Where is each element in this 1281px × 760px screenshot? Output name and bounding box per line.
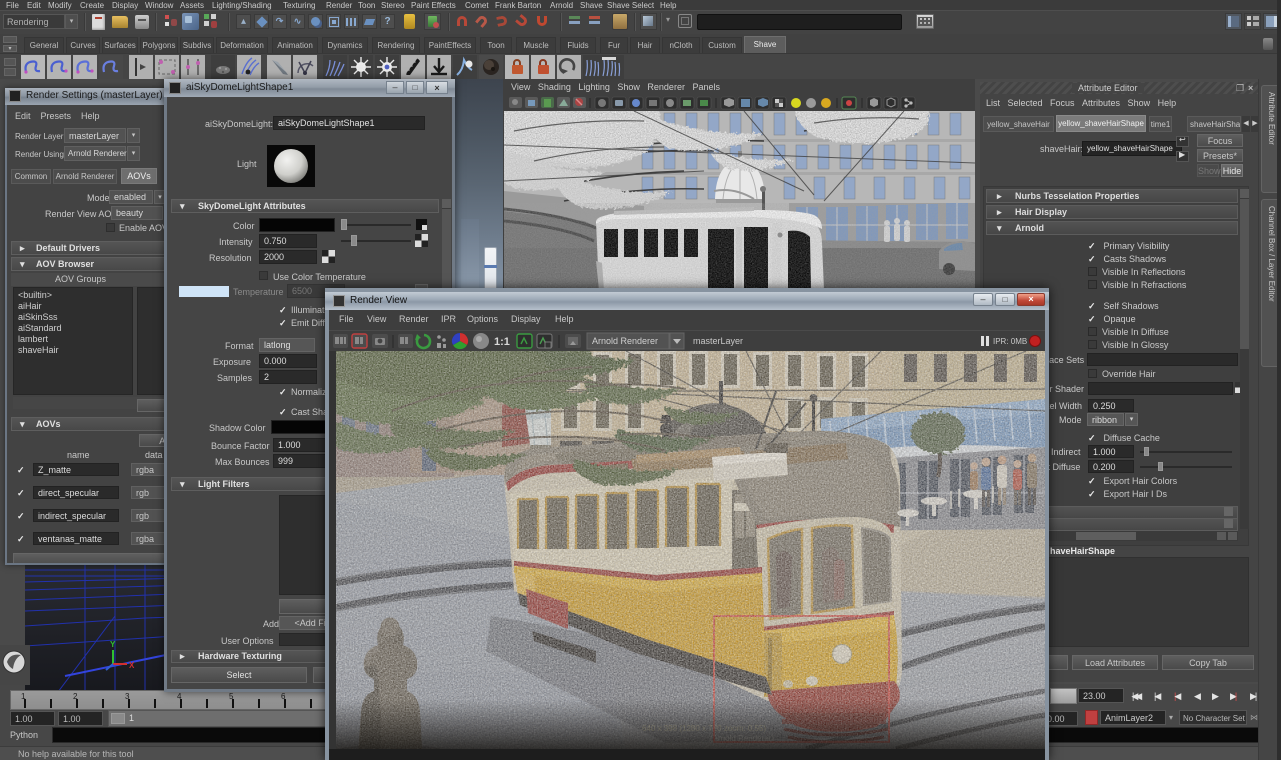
svg-text:1:1: 1:1: [494, 336, 510, 348]
svg-text:Y: Y: [110, 640, 116, 649]
svg-text:X: X: [129, 661, 135, 670]
svg-text:IPR: 0MB: IPR: 0MB: [993, 337, 1027, 346]
svg-text:Arnold Renderer: Arnold Renderer: [592, 336, 658, 346]
svg-text:masterLayer: masterLayer: [693, 336, 743, 346]
